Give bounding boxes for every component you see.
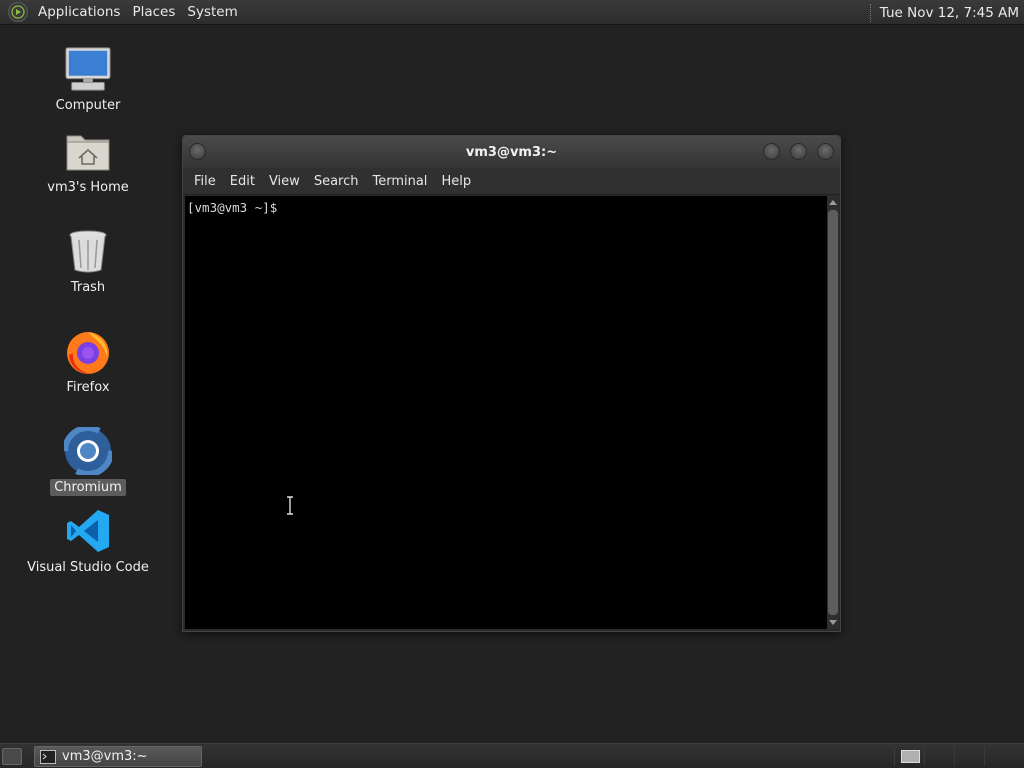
desktop-icon-label: Visual Studio Code [27,560,149,575]
workspace-3[interactable] [954,747,984,766]
terminal-output[interactable]: [vm3@vm3 ~]$ [185,196,827,629]
home-folder-icon [64,127,112,175]
workspace-4[interactable] [984,747,1014,766]
window-titlebar[interactable]: vm3@vm3:~ [183,136,840,168]
desktop-icon-trash[interactable]: Trash [18,227,158,296]
desktop-icon-label: Trash [70,280,106,295]
places-menu[interactable]: Places [126,0,181,25]
distro-logo-icon[interactable] [8,2,28,22]
shell-prompt: [vm3@vm3 ~]$ [187,200,278,215]
vscode-icon [64,507,112,555]
workspace-1[interactable] [894,747,924,766]
bottom-panel: vm3@vm3:~ [0,743,1024,768]
desktop-icon-chromium[interactable]: Chromium [18,427,158,496]
terminal-window[interactable]: vm3@vm3:~ File Edit View Search Terminal… [182,135,841,632]
desktop-icon-label: Computer [55,98,121,113]
top-panel: Applications Places System Tue Nov 12, 7… [0,0,1024,25]
firefox-icon [64,327,112,375]
menu-terminal[interactable]: Terminal [365,174,434,189]
menu-help[interactable]: Help [434,174,478,189]
desktop-icon-vscode[interactable]: Visual Studio Code [18,507,158,576]
menu-search[interactable]: Search [307,174,366,189]
scroll-up-icon[interactable] [829,200,837,205]
show-desktop-icon[interactable] [2,748,22,765]
desktop-icon-home[interactable]: vm3's Home [18,127,158,196]
trash-icon [64,227,112,275]
terminal-icon [40,749,56,764]
clock[interactable]: Tue Nov 12, 7:45 AM [880,5,1024,21]
menu-file[interactable]: File [187,174,223,189]
close-button[interactable] [817,143,834,160]
system-menu[interactable]: System [181,0,243,25]
desktop-icon-label: Firefox [66,380,110,395]
applications-menu[interactable]: Applications [32,0,126,25]
maximize-button[interactable] [790,143,807,160]
text-cursor-icon [286,496,294,515]
minimize-button[interactable] [763,143,780,160]
terminal-menubar: File Edit View Search Terminal Help [183,168,840,195]
terminal-scrollbar[interactable] [827,196,839,629]
desktop-icon-label: vm3's Home [47,180,129,195]
menu-edit[interactable]: Edit [223,174,262,189]
panel-separator [869,3,872,22]
window-menu-button[interactable] [189,143,206,160]
workspace-2[interactable] [924,747,954,766]
desktop-icon-label: Chromium [50,479,126,496]
taskbar-item-terminal[interactable]: vm3@vm3:~ [34,746,202,767]
computer-icon [64,45,112,93]
scroll-down-icon[interactable] [829,620,837,625]
taskbar-item-label: vm3@vm3:~ [62,749,148,764]
scroll-thumb[interactable] [828,210,838,615]
chromium-icon [64,427,112,475]
menu-view[interactable]: View [262,174,307,189]
desktop-icon-computer[interactable]: Computer [18,45,158,114]
window-title: vm3@vm3:~ [465,144,558,160]
desktop-icon-firefox[interactable]: Firefox [18,327,158,396]
